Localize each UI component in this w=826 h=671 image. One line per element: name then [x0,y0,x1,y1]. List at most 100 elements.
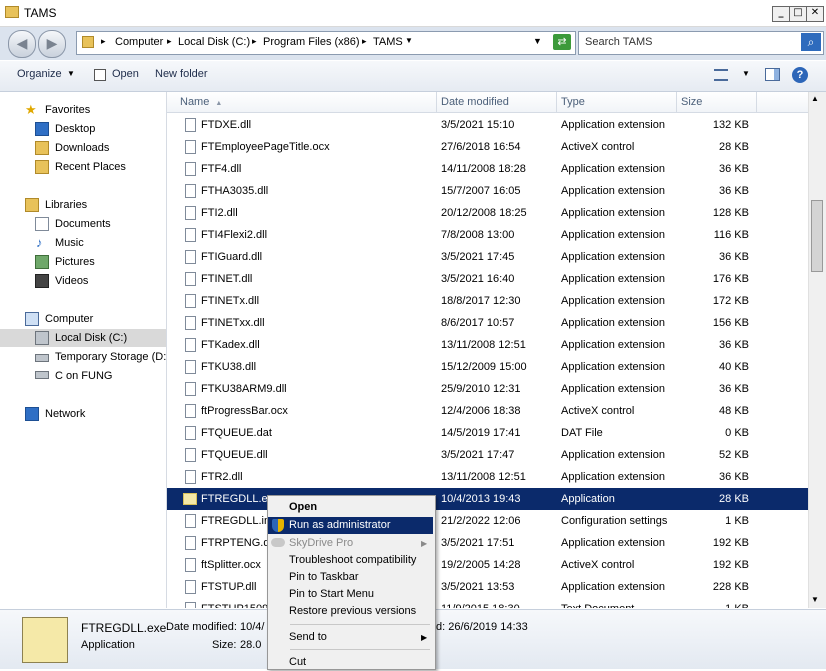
column-header-name[interactable]: Name ▲ [176,92,437,112]
breadcrumb-local-disk[interactable]: Local Disk (C:) [178,36,250,48]
search-icon[interactable]: ⌕ [801,33,821,51]
file-icon [185,250,196,264]
file-size: 172 KB [712,295,749,307]
file-row[interactable]: FTQUEUE.dll 3/5/2021 17:47 Application ext… [167,444,808,466]
file-type: Application extension [561,295,665,307]
menu-item-open[interactable]: Open [268,499,433,516]
help-icon[interactable]: ? [792,67,808,83]
file-row[interactable]: FTKU38ARM9.dll 25/9/2010 12:31 Application… [167,378,808,400]
file-row[interactable]: FTKU38.dll 15/12/2009 15:00 Application ex… [167,356,808,378]
nav-computer[interactable]: Computer [0,310,166,328]
file-row[interactable]: FTREGDLL.ini 21/2/2022 12:06 Configuration… [167,510,808,532]
vertical-scrollbar[interactable]: ▲ ▼ [808,92,826,608]
menu-item-cut[interactable]: Cut [268,654,433,671]
breadcrumb-program-files[interactable]: Program Files (x86) [263,36,360,48]
breadcrumb-computer[interactable]: Computer [115,36,163,48]
column-header-type[interactable]: Type [557,92,677,112]
file-row[interactable]: FTI4Flexi2.dll 7/8/2008 13:00 Application … [167,224,808,246]
address-history-dropdown-icon[interactable]: ▼ [533,36,542,46]
menu-item-troubleshoot[interactable]: Troubleshoot compatibility [268,552,433,569]
chevron-down-icon[interactable]: ▼ [67,69,75,78]
column-header-size[interactable]: Size [677,92,757,112]
file-type: DAT File [561,427,603,439]
breadcrumb-tams[interactable]: TAMS [373,36,403,48]
column-header-date[interactable]: Date modified [437,92,557,112]
nav-music[interactable]: ♪ Music [0,234,166,252]
file-size: 36 KB [719,185,749,197]
file-row[interactable]: FTRPTENG.dll 3/5/2021 17:51 Application ex… [167,532,808,554]
file-row[interactable]: FTINET.dll 3/5/2021 16:40 Application exte… [167,268,808,290]
nav-recent-places[interactable]: Recent Places [0,158,166,176]
forward-button[interactable]: ▶ [38,30,66,58]
nav-documents[interactable]: Documents [0,215,166,233]
refresh-icon[interactable]: ⇄ [553,34,571,50]
nav-network[interactable]: Network [0,405,166,423]
scroll-thumb[interactable] [811,200,823,272]
details-size-label: Size: [212,639,237,651]
file-date: 20/12/2008 18:25 [441,207,527,219]
nav-videos[interactable]: Videos [0,272,166,290]
nav-libraries[interactable]: Libraries [0,196,166,214]
search-input[interactable]: Search TAMS ⌕ [578,31,824,55]
address-bar[interactable]: ▸ Computer ▸ Local Disk (C:) ▸ Program F… [76,31,576,55]
menu-item-pin-taskbar[interactable]: Pin to Taskbar [268,569,433,586]
shield-icon [272,519,284,532]
downloads-icon [35,141,49,155]
file-name: FTINET.dll [201,273,253,285]
file-row[interactable]: ftProgressBar.ocx 12/4/2006 18:38 ActiveX … [167,400,808,422]
menu-item-run-as-administrator[interactable]: Run as administrator [268,517,433,534]
nav-c-on-fung[interactable]: C on FUNG [0,367,166,385]
menu-separator [290,649,430,650]
scroll-down-arrow-icon[interactable]: ▼ [811,595,819,604]
file-row[interactable]: FTINETx.dll 18/8/2017 12:30 Application ex… [167,290,808,312]
file-size: 132 KB [712,119,749,131]
nav-desktop[interactable]: Desktop [0,120,166,138]
file-row[interactable]: FTI2.dll 20/12/2008 18:25 Application exte… [167,202,808,224]
file-size: 192 KB [712,559,749,571]
file-row[interactable]: FTREGDLL.exe 10/4/2013 19:43 Application 28… [167,488,808,510]
nav-pictures[interactable]: Pictures [0,253,166,271]
file-row[interactable]: FTEmployeePageTitle.ocx 27/6/2018 16:54 Ac… [167,136,808,158]
file-row[interactable]: FTQUEUE.dat 14/5/2019 17:41 DAT File 0 KB [167,422,808,444]
file-row[interactable]: FTSTUP.dll 3/5/2021 13:53 Application exte… [167,576,808,598]
chevron-down-icon[interactable]: ▼ [742,69,750,78]
details-size-value: 28.0 [240,639,262,651]
organize-button[interactable]: Organize [17,68,62,80]
computer-icon [25,312,39,326]
back-button[interactable]: ◀ [8,30,36,58]
file-date: 11/9/2015 18:30 [441,598,520,608]
file-date: 27/6/2018 16:54 [441,141,521,153]
file-row[interactable]: ftSplitter.ocx 19/2/2005 14:28 ActiveX con… [167,554,808,576]
file-type: Text Document [561,598,634,608]
file-row[interactable]: FTF4.dll 14/11/2008 18:28 Application exte… [167,158,808,180]
minimize-button[interactable]: _ [772,6,790,22]
libraries-icon [25,198,39,212]
file-row[interactable]: FTIGuard.dll 3/5/2021 17:45 Application ex… [167,246,808,268]
menu-item-send-to[interactable]: Send to ▶ [268,629,433,646]
close-button[interactable]: ✕ [806,6,824,22]
file-row[interactable]: FTINETxx.dll 8/6/2017 10:57 Application ex… [167,312,808,334]
file-row[interactable]: FTHA3035.dll 15/7/2007 16:05 Application e… [167,180,808,202]
menu-item-restore-versions[interactable]: Restore previous versions [268,603,433,620]
menu-item-pin-start[interactable]: Pin to Start Menu [268,586,433,603]
maximize-button[interactable]: □ [789,6,807,22]
file-row[interactable]: FTR2.dll 13/11/2008 12:51 Application exte… [167,466,808,488]
file-row[interactable]: FTDXE.dll 3/5/2021 15:10 Application exten… [167,114,808,136]
nav-favorites[interactable]: ★ Favorites [0,101,166,119]
file-size: 36 KB [719,339,749,351]
chevron-down-icon[interactable]: ▼ [405,36,413,45]
nav-local-disk[interactable]: Local Disk (C:) [0,329,166,347]
desktop-icon [35,122,49,136]
file-row[interactable]: FTKadex.dll 13/11/2008 12:51 Application e… [167,334,808,356]
new-folder-button[interactable]: New folder [155,68,208,80]
file-icon [185,514,196,528]
open-button[interactable]: Open [112,68,139,80]
file-name: FTQUEUE.dll [201,449,268,461]
scroll-up-arrow-icon[interactable]: ▲ [811,94,819,103]
view-options-icon[interactable] [714,69,728,81]
menu-separator [290,624,430,625]
nav-temporary-storage[interactable]: Temporary Storage (D:) [0,348,166,366]
preview-pane-icon[interactable] [765,68,780,81]
file-row[interactable]: FTSTUP15091 11/9/2015 18:30 Text Document 1… [167,598,808,608]
nav-downloads[interactable]: Downloads [0,139,166,157]
